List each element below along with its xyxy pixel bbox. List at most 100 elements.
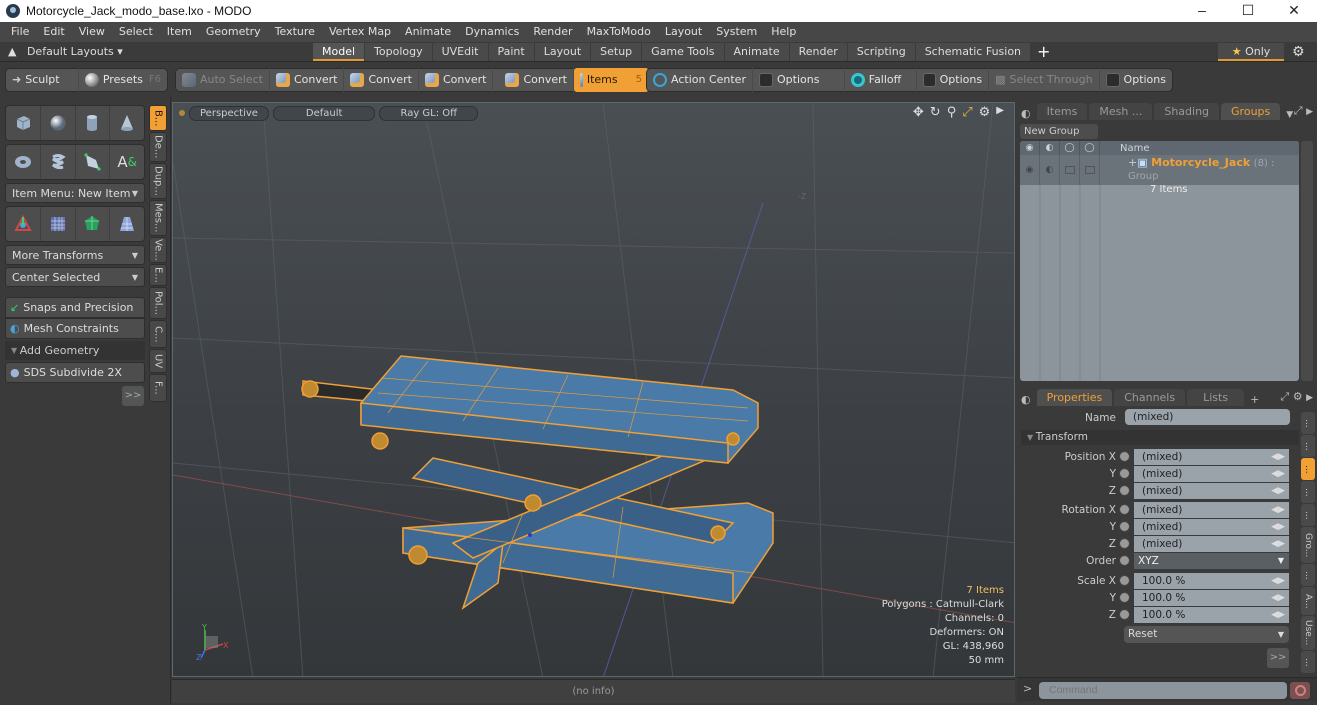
convert-button-1[interactable]: Convert bbox=[270, 68, 345, 92]
falloff-options-button[interactable]: Options bbox=[917, 68, 990, 92]
vtab-groups[interactable]: Gro... bbox=[1301, 527, 1315, 563]
select-column-icon[interactable]: ◯ bbox=[1080, 141, 1100, 155]
rotation-y-field[interactable]: (mixed) ◀▶ bbox=[1134, 518, 1289, 535]
menu-render[interactable]: Render bbox=[526, 22, 579, 42]
add-tab-icon[interactable]: + bbox=[1246, 393, 1259, 406]
group-row[interactable]: ◉ ◐ +▣ Motorcycle_Jack (8) : Group 7 Ite… bbox=[1020, 155, 1299, 195]
vtab-mesh[interactable]: Mes... bbox=[149, 200, 167, 236]
vtab-2[interactable]: ... bbox=[1301, 435, 1315, 457]
menu-animate[interactable]: Animate bbox=[398, 22, 458, 42]
shading-style-button[interactable]: Default bbox=[272, 105, 376, 121]
drag-arrows-icon[interactable]: ◀▶ bbox=[1271, 466, 1285, 482]
drag-arrows-icon[interactable]: ◀▶ bbox=[1271, 590, 1285, 606]
name-field[interactable]: (mixed) bbox=[1125, 409, 1290, 425]
tab-lists[interactable]: Lists bbox=[1187, 389, 1245, 406]
vtab-fusion[interactable]: F... bbox=[149, 374, 167, 402]
text-icon[interactable]: A & bbox=[110, 145, 144, 179]
rotation-x-field[interactable]: (mixed) ◀▶ bbox=[1134, 501, 1289, 518]
vtab-polygon[interactable]: Pol... bbox=[149, 287, 167, 319]
vtab-10[interactable]: ... bbox=[1301, 651, 1315, 673]
menu-texture[interactable]: Texture bbox=[268, 22, 322, 42]
position-x-field[interactable]: (mixed) ◀▶ bbox=[1134, 448, 1289, 465]
cylinder-icon[interactable] bbox=[76, 106, 111, 140]
action-center-button[interactable]: Action Center bbox=[647, 68, 753, 92]
rotation-z-field[interactable]: (mixed) ◀▶ bbox=[1134, 535, 1289, 552]
tab-shading[interactable]: Shading bbox=[1154, 103, 1220, 120]
items-mode-button[interactable]: Items 5 bbox=[573, 68, 649, 92]
layout-tab-layout[interactable]: Layout bbox=[534, 43, 591, 61]
vtab-1[interactable]: ... bbox=[1301, 412, 1315, 434]
vtab-user[interactable]: Use... bbox=[1301, 616, 1315, 650]
vtab-4[interactable]: ... bbox=[1301, 481, 1315, 503]
name-column-header[interactable]: Name bbox=[1100, 143, 1150, 154]
drag-arrows-icon[interactable]: ◀▶ bbox=[1271, 607, 1285, 623]
drag-arrows-icon[interactable]: ◀▶ bbox=[1271, 483, 1285, 499]
pan-icon[interactable]: ✥ bbox=[913, 105, 924, 120]
menu-select[interactable]: Select bbox=[112, 22, 160, 42]
vtab-a[interactable]: A... bbox=[1301, 587, 1315, 615]
vtab-7[interactable]: ... bbox=[1301, 564, 1315, 586]
tab-channels[interactable]: Channels bbox=[1114, 389, 1186, 406]
scale-z-field[interactable]: 100.0 % ◀▶ bbox=[1134, 606, 1289, 623]
tabs-dropdown-icon[interactable]: ▼ bbox=[1282, 110, 1293, 120]
layout-tab-render[interactable]: Render bbox=[789, 43, 847, 61]
drag-arrows-icon[interactable]: ◀▶ bbox=[1271, 573, 1285, 589]
gem-icon[interactable] bbox=[76, 207, 111, 241]
vtab-curves[interactable]: C... bbox=[149, 320, 167, 348]
keyframe-dot[interactable] bbox=[1119, 609, 1130, 620]
menu-geometry[interactable]: Geometry bbox=[199, 22, 268, 42]
pen-icon[interactable] bbox=[76, 145, 111, 179]
transform-icon[interactable] bbox=[6, 207, 41, 241]
position-z-field[interactable]: (mixed) ◀▶ bbox=[1134, 482, 1289, 499]
viewport-indicator-icon[interactable] bbox=[179, 110, 185, 116]
expand-plus-icon[interactable]: + bbox=[1128, 156, 1137, 169]
select-through-options-button[interactable]: Options bbox=[1100, 68, 1172, 92]
layout-tab-topology[interactable]: Topology bbox=[365, 43, 432, 61]
reset-dropdown[interactable]: Reset ▼ bbox=[1124, 626, 1289, 643]
menu-file[interactable]: File bbox=[4, 22, 36, 42]
menu-system[interactable]: System bbox=[709, 22, 764, 42]
panel-arrow-icon[interactable]: ▶ bbox=[1306, 107, 1313, 117]
minimize-icon[interactable]: – bbox=[1179, 0, 1225, 22]
cone-icon[interactable] bbox=[110, 106, 144, 140]
scale-y-field[interactable]: 100.0 % ◀▶ bbox=[1134, 589, 1289, 606]
mesh-constraints-button[interactable]: ◐ Mesh Constraints bbox=[5, 318, 145, 339]
view-type-button[interactable]: Perspective bbox=[189, 105, 269, 121]
render-toggle-icon[interactable]: ◐ bbox=[1040, 155, 1060, 185]
menu-maxtomodo[interactable]: MaxToModo bbox=[580, 22, 658, 42]
keyframe-dot[interactable] bbox=[1119, 592, 1130, 603]
expand-panel-icon[interactable]: ⤢ bbox=[1280, 390, 1289, 403]
keyframe-dot[interactable] bbox=[1119, 504, 1130, 515]
properties-gear-icon[interactable]: ⚙ bbox=[1293, 390, 1303, 403]
menu-item[interactable]: Item bbox=[160, 22, 199, 42]
drag-arrows-icon[interactable]: ◀▶ bbox=[1271, 502, 1285, 518]
render-column-icon[interactable]: ◐ bbox=[1040, 141, 1060, 155]
lock-column-icon[interactable]: ◯ bbox=[1060, 141, 1080, 155]
maximize-viewport-icon[interactable]: ⤢ bbox=[962, 105, 972, 120]
add-layout-button[interactable]: + bbox=[1031, 43, 1056, 61]
layout-tab-game-tools[interactable]: Game Tools bbox=[642, 43, 724, 61]
layout-tab-scripting[interactable]: Scripting bbox=[847, 43, 915, 61]
transform-section[interactable]: ▼ Transform bbox=[1021, 430, 1299, 445]
capsule-icon[interactable] bbox=[41, 145, 76, 179]
item-menu-dropdown[interactable]: Item Menu: New Item ▼ bbox=[5, 183, 145, 203]
command-input[interactable] bbox=[1039, 682, 1287, 699]
add-geometry-section[interactable]: ▼ Add Geometry bbox=[5, 341, 145, 360]
grid-icon[interactable] bbox=[41, 207, 76, 241]
panel-menu-icon[interactable]: ◐ bbox=[1017, 393, 1037, 406]
select-through-button[interactable]: ▩ Select Through bbox=[989, 68, 1100, 92]
plane-icon[interactable] bbox=[110, 207, 144, 241]
action-center-options-button[interactable]: Options bbox=[753, 68, 845, 92]
menu-help[interactable]: Help bbox=[764, 22, 803, 42]
vtab-edge[interactable]: E... bbox=[149, 264, 167, 286]
sphere-icon[interactable] bbox=[41, 106, 76, 140]
drag-arrows-icon[interactable]: ◀▶ bbox=[1271, 519, 1285, 535]
zoom-icon[interactable]: ⚲ bbox=[947, 105, 957, 120]
menu-dynamics[interactable]: Dynamics bbox=[458, 22, 526, 42]
drag-arrows-icon[interactable]: ◀▶ bbox=[1271, 536, 1285, 552]
expand-panel-icon[interactable]: ⤢ bbox=[1294, 104, 1303, 117]
snaps-precision-button[interactable]: ↙ Snaps and Precision bbox=[5, 297, 145, 318]
visibility-column-icon[interactable]: ◉ bbox=[1020, 141, 1040, 155]
select-toggle[interactable] bbox=[1080, 155, 1100, 185]
layout-tab-animate[interactable]: Animate bbox=[724, 43, 789, 61]
